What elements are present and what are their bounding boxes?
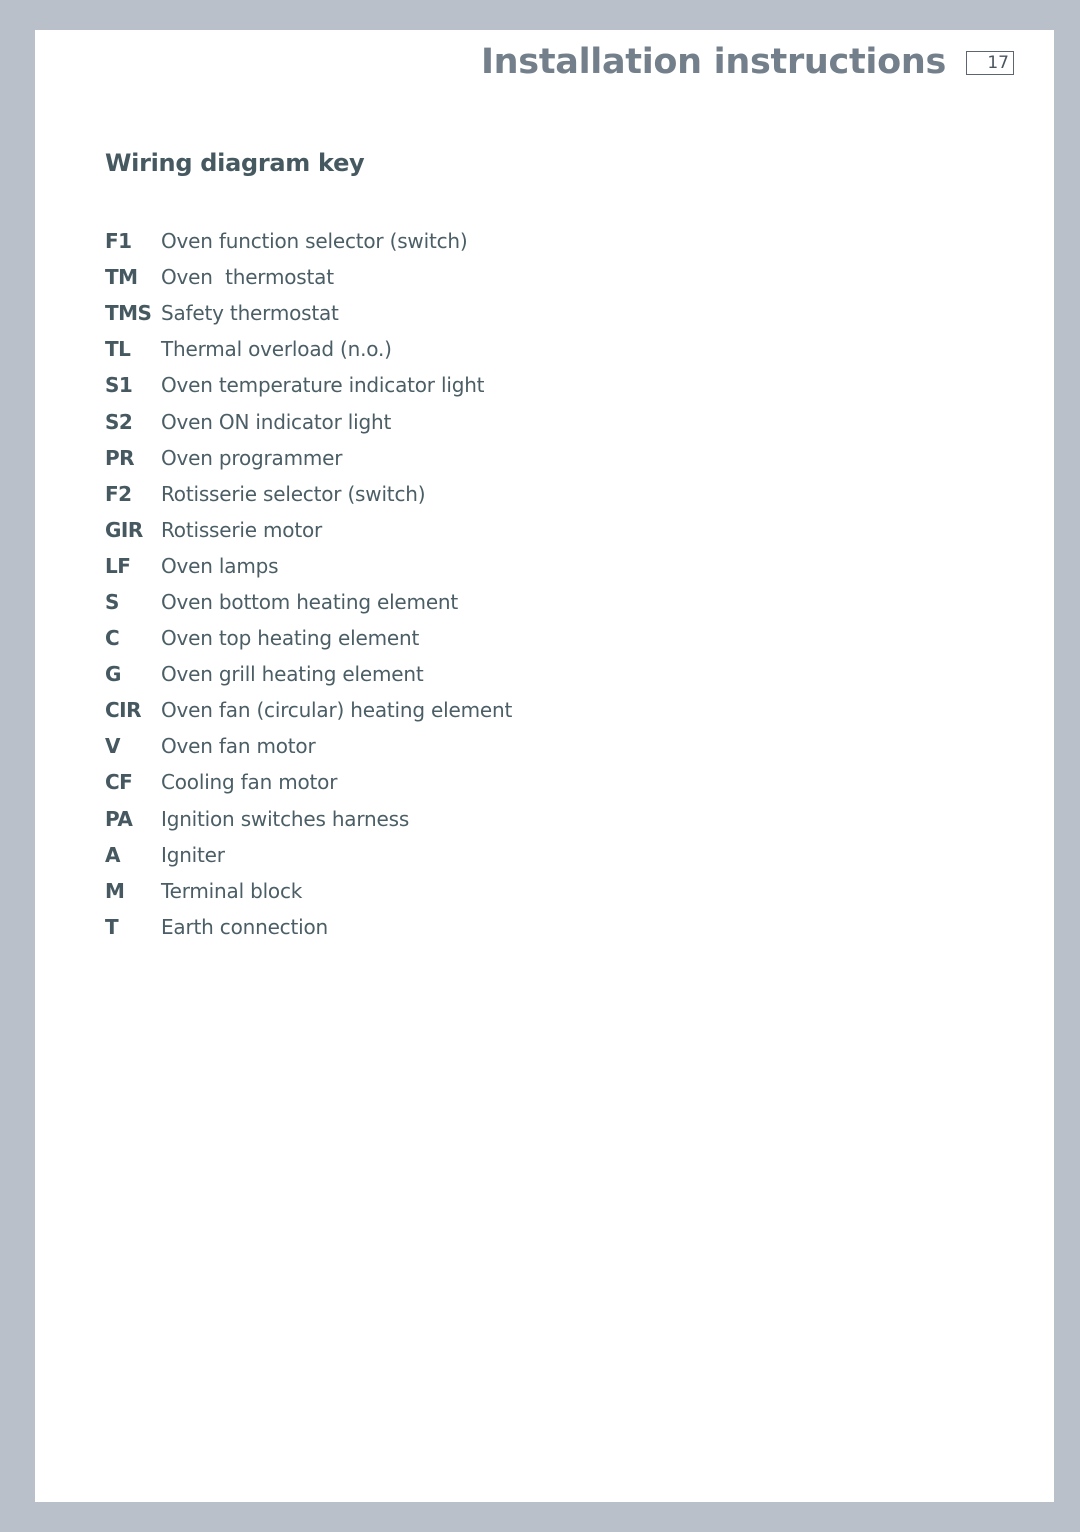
key-item: T Earth connection xyxy=(105,909,512,945)
document-page: Installation instructions 17 Wiring diag… xyxy=(35,30,1054,1502)
key-item: PA Ignition switches harness xyxy=(105,801,512,837)
page-header: Installation instructions 17 xyxy=(481,42,1014,82)
key-item: TL Thermal overload (n.o.) xyxy=(105,331,512,367)
key-description: Safety thermostat xyxy=(161,301,339,326)
key-item: A Igniter xyxy=(105,837,512,873)
key-item: GIR Rotisserie motor xyxy=(105,512,512,548)
key-item: CF Cooling fan motor xyxy=(105,764,512,800)
key-item: PR Oven programmer xyxy=(105,440,512,476)
key-item: LF Oven lamps xyxy=(105,548,512,584)
page-number: 17 xyxy=(966,51,1014,75)
key-code: TL xyxy=(105,337,131,362)
key-code: M xyxy=(105,878,125,903)
key-code: TM xyxy=(105,265,138,290)
key-description: Thermal overload (n.o.) xyxy=(161,337,392,362)
key-description: Rotisserie selector (switch) xyxy=(161,481,426,506)
section-title: Wiring diagram key xyxy=(105,149,365,177)
key-code: T xyxy=(105,914,119,939)
key-item: TM Oven thermostat xyxy=(105,259,512,295)
key-description: Oven lamps xyxy=(161,553,279,578)
key-description: Igniter xyxy=(161,842,225,867)
key-item: F1 Oven function selector (switch) xyxy=(105,223,512,259)
key-description: Ignition switches harness xyxy=(161,806,410,831)
key-code: S1 xyxy=(105,373,133,398)
key-description: Terminal block xyxy=(161,878,303,903)
key-code: GIR xyxy=(105,517,143,542)
wiring-key-list: F1 Oven function selector (switch) TM Oven… xyxy=(105,223,512,945)
key-code: G xyxy=(105,662,121,687)
key-item: V Oven fan motor xyxy=(105,728,512,764)
key-description: Oven temperature indicator light xyxy=(161,373,485,398)
key-code: F1 xyxy=(105,229,132,254)
key-description: Oven fan motor xyxy=(161,734,316,759)
key-description: Rotisserie motor xyxy=(161,517,323,542)
key-description: Oven programmer xyxy=(161,445,343,470)
key-description: Earth connection xyxy=(161,914,328,939)
key-code: TMS xyxy=(105,301,152,326)
header-title: Installation instructions xyxy=(480,42,946,82)
key-item: G Oven grill heating element xyxy=(105,656,512,692)
key-item: TMS Safety thermostat xyxy=(105,295,512,331)
key-code: S xyxy=(105,589,119,614)
key-code: A xyxy=(105,842,120,867)
key-code: PA xyxy=(105,806,133,831)
key-code: C xyxy=(105,626,120,651)
key-description: Cooling fan motor xyxy=(161,770,338,795)
key-item: S1 Oven temperature indicator light xyxy=(105,367,512,403)
key-item: F2 Rotisserie selector (switch) xyxy=(105,476,512,512)
key-item: C Oven top heating element xyxy=(105,620,512,656)
key-code: PR xyxy=(105,445,135,470)
key-description: Oven ON indicator light xyxy=(161,409,392,434)
key-code: LF xyxy=(105,553,131,578)
key-code: F2 xyxy=(105,481,132,506)
key-item: CIR Oven fan (circular) heating element xyxy=(105,692,512,728)
key-item: S Oven bottom heating element xyxy=(105,584,512,620)
key-code: CF xyxy=(105,770,133,795)
key-code: S2 xyxy=(105,409,133,434)
key-item: S2 Oven ON indicator light xyxy=(105,403,512,439)
key-description: Oven bottom heating element xyxy=(161,589,459,614)
key-code: V xyxy=(105,734,120,759)
key-code: CIR xyxy=(105,698,142,723)
key-description: Oven top heating element xyxy=(161,626,420,651)
key-description: Oven thermostat xyxy=(161,265,334,290)
key-description: Oven grill heating element xyxy=(161,662,424,687)
key-item: M Terminal block xyxy=(105,873,512,909)
key-description: Oven fan (circular) heating element xyxy=(161,698,513,723)
key-description: Oven function selector (switch) xyxy=(161,229,468,254)
